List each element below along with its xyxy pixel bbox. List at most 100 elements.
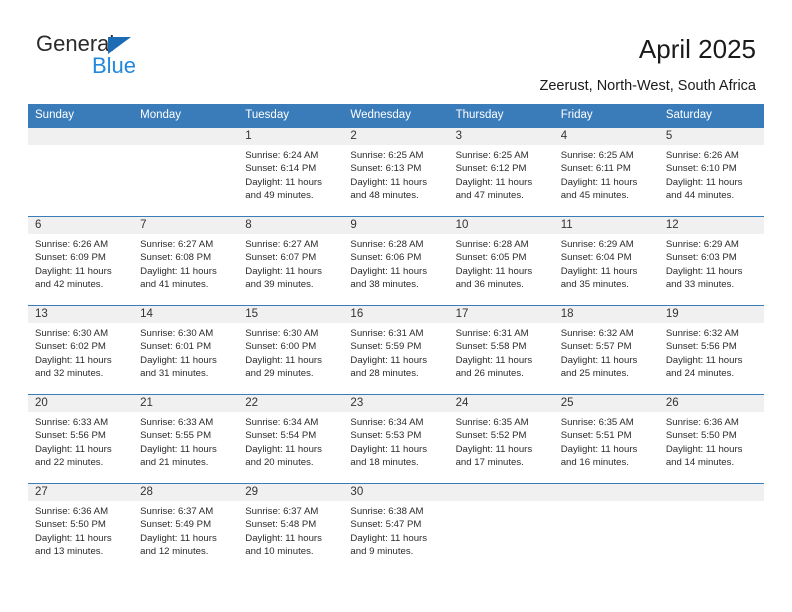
calendar-day-cell[interactable]: 21 Sunrise: 6:33 AM Sunset: 5:55 PM Dayligh… — [133, 395, 239, 483]
calendar-day-cell[interactable]: 10 Sunrise: 6:28 AM Sunset: 6:05 PM Dayligh… — [448, 217, 554, 305]
day-detail-line: Sunset: 6:05 PM — [455, 252, 527, 264]
day-number: 16 — [343, 306, 449, 323]
calendar-day-cell[interactable]: 17 Sunrise: 6:31 AM Sunset: 5:58 PM Dayligh… — [448, 306, 554, 394]
day-detail-line: Sunset: 5:58 PM — [455, 341, 527, 353]
day-detail-line: Sunset: 6:02 PM — [35, 341, 106, 353]
brand-triangle-icon — [108, 37, 131, 54]
day-detail-line: and 41 minutes. — [140, 278, 209, 290]
day-detail-line: Daylight: 11 hours — [245, 354, 322, 366]
day-detail-line: and 33 minutes. — [665, 278, 735, 290]
calendar-day-cell[interactable]: 14 Sunrise: 6:30 AM Sunset: 6:01 PM Dayligh… — [133, 306, 239, 394]
day-number: 19 — [658, 306, 764, 323]
calendar-day-cell[interactable]: 13 Sunrise: 6:30 AM Sunset: 6:02 PM Dayligh… — [28, 306, 134, 394]
day-detail-line: and 42 minutes. — [35, 278, 104, 290]
day-detail-lines: Sunrise: 6:30 AM Sunset: 6:02 PM Daylight:… — [28, 323, 133, 380]
calendar-day-cell[interactable]: 22 Sunrise: 6:34 AM Sunset: 5:54 PM Dayligh… — [238, 395, 344, 483]
calendar-day-cell[interactable]: 27 Sunrise: 6:36 AM Sunset: 5:50 PM Dayligh… — [28, 484, 134, 572]
calendar-day-cell[interactable]: 9 Sunrise: 6:28 AM Sunset: 6:06 PM Daylight… — [343, 217, 449, 305]
day-detail-line: Sunset: 5:48 PM — [245, 519, 317, 531]
page-subtitle: Zeerust, North-West, South Africa — [539, 78, 756, 94]
calendar-day-cell[interactable]: 12 Sunrise: 6:29 AM Sunset: 6:03 PM Dayligh… — [658, 217, 764, 305]
day-number: 6 — [28, 217, 134, 234]
calendar-day-cell[interactable]: 18 Sunrise: 6:32 AM Sunset: 5:57 PM Dayligh… — [553, 306, 659, 394]
day-detail-line: Daylight: 11 hours — [665, 176, 743, 188]
day-detail-lines: Sunrise: 6:25 AM Sunset: 6:12 PM Daylight:… — [449, 145, 554, 202]
calendar-day-cell[interactable]: 4 Sunrise: 6:25 AM Sunset: 6:11 PM Daylight… — [553, 128, 659, 216]
weekday-header-row: Sunday Monday Tuesday Wednesday Thursday Frid… — [28, 104, 764, 127]
calendar-day-cell[interactable]: 23 Sunrise: 6:34 AM Sunset: 5:53 PM Dayligh… — [343, 395, 449, 483]
day-detail-line: Sunset: 5:55 PM — [140, 430, 212, 442]
day-detail-line: Sunrise: 6:32 AM — [665, 328, 739, 339]
calendar-day-cell[interactable]: 25 Sunrise: 6:35 AM Sunset: 5:51 PM Dayligh… — [553, 395, 659, 483]
calendar-day-cell[interactable]: 3 Sunrise: 6:25 AM Sunset: 6:12 PM Daylight… — [448, 128, 554, 216]
day-number: 9 — [343, 217, 449, 234]
day-detail-lines — [449, 501, 554, 505]
calendar-day-cell[interactable]: 7 Sunrise: 6:27 AM Sunset: 6:08 PM Daylight… — [133, 217, 239, 305]
day-detail-line: and 26 minutes. — [455, 367, 524, 379]
brand-name-top: General — [36, 31, 115, 56]
day-detail-line: Sunrise: 6:29 AM — [560, 239, 634, 250]
day-detail-line: and 17 minutes. — [455, 456, 524, 468]
day-detail-line: Sunset: 6:13 PM — [350, 163, 422, 175]
calendar-day-cell[interactable]: 26 Sunrise: 6:36 AM Sunset: 5:50 PM Dayligh… — [658, 395, 764, 483]
day-number: 30 — [343, 484, 449, 501]
brand-logo[interactable]: General Blue — [36, 33, 236, 87]
calendar-day-cell[interactable]: 20 Sunrise: 6:33 AM Sunset: 5:56 PM Dayligh… — [28, 395, 134, 483]
day-detail-lines: Sunrise: 6:31 AM Sunset: 5:59 PM Daylight:… — [343, 323, 448, 380]
day-detail-lines: Sunrise: 6:26 AM Sunset: 6:09 PM Daylight:… — [28, 234, 133, 291]
calendar-day-cell[interactable]: 5 Sunrise: 6:26 AM Sunset: 6:10 PM Daylight… — [658, 128, 764, 216]
day-detail-line: Sunrise: 6:34 AM — [350, 417, 424, 428]
day-number — [553, 484, 659, 501]
day-detail-line: and 36 minutes. — [455, 278, 524, 290]
day-number — [133, 128, 239, 145]
calendar-day-cell[interactable]: 15 Sunrise: 6:30 AM Sunset: 6:00 PM Dayligh… — [238, 306, 344, 394]
day-number: 2 — [343, 128, 449, 145]
day-detail-line: Daylight: 11 hours — [455, 354, 533, 366]
calendar-week-row: 6 Sunrise: 6:26 AM Sunset: 6:09 PM Daylight… — [28, 216, 764, 305]
day-detail-line: Sunrise: 6:25 AM — [350, 150, 424, 161]
day-detail-line: Daylight: 11 hours — [455, 176, 533, 188]
day-detail-lines: Sunrise: 6:35 AM Sunset: 5:51 PM Daylight:… — [554, 412, 659, 469]
day-number: 26 — [658, 395, 764, 412]
calendar-day-cell[interactable]: 6 Sunrise: 6:26 AM Sunset: 6:09 PM Daylight… — [28, 217, 134, 305]
calendar-day-cell-empty — [658, 484, 764, 572]
day-detail-line: Sunrise: 6:29 AM — [665, 239, 739, 250]
day-detail-line: Daylight: 11 hours — [350, 354, 428, 366]
day-detail-line: Daylight: 11 hours — [140, 265, 217, 277]
calendar-day-cell[interactable]: 19 Sunrise: 6:32 AM Sunset: 5:56 PM Dayligh… — [658, 306, 764, 394]
day-detail-line: Daylight: 11 hours — [350, 176, 428, 188]
day-detail-line: Sunset: 5:59 PM — [350, 341, 422, 353]
day-detail-line: Sunrise: 6:26 AM — [665, 150, 739, 161]
day-detail-line: Daylight: 11 hours — [140, 443, 217, 455]
day-detail-lines: Sunrise: 6:27 AM Sunset: 6:07 PM Daylight:… — [238, 234, 343, 291]
weekday-header-monday: Monday — [140, 109, 182, 121]
day-detail-line: and 44 minutes. — [665, 189, 735, 201]
calendar-day-cell[interactable]: 2 Sunrise: 6:25 AM Sunset: 6:13 PM Daylight… — [343, 128, 449, 216]
calendar-day-cell[interactable]: 28 Sunrise: 6:37 AM Sunset: 5:49 PM Dayligh… — [133, 484, 239, 572]
day-detail-line: Daylight: 11 hours — [665, 354, 743, 366]
weekday-header-wednesday: Wednesday — [350, 109, 411, 121]
day-number: 8 — [238, 217, 344, 234]
calendar-day-cell[interactable]: 29 Sunrise: 6:37 AM Sunset: 5:48 PM Dayligh… — [238, 484, 344, 572]
day-number: 21 — [133, 395, 239, 412]
day-detail-line: and 49 minutes. — [245, 189, 314, 201]
calendar-day-cell[interactable]: 24 Sunrise: 6:35 AM Sunset: 5:52 PM Dayligh… — [448, 395, 554, 483]
day-detail-line: Sunset: 5:56 PM — [665, 341, 737, 353]
calendar-day-cell[interactable]: 30 Sunrise: 6:38 AM Sunset: 5:47 PM Dayligh… — [343, 484, 449, 572]
page-title: April 2025 — [638, 34, 756, 64]
day-detail-line: Sunset: 5:47 PM — [350, 519, 422, 531]
day-detail-lines: Sunrise: 6:25 AM Sunset: 6:13 PM Daylight:… — [343, 145, 448, 202]
day-detail-line: Daylight: 11 hours — [140, 532, 217, 544]
day-number — [448, 484, 554, 501]
day-detail-lines: Sunrise: 6:26 AM Sunset: 6:10 PM Daylight:… — [659, 145, 764, 202]
calendar-day-cell[interactable]: 8 Sunrise: 6:27 AM Sunset: 6:07 PM Daylight… — [238, 217, 344, 305]
day-detail-line: and 38 minutes. — [350, 278, 419, 290]
calendar-day-cell[interactable]: 1 Sunrise: 6:24 AM Sunset: 6:14 PM Daylight… — [238, 128, 344, 216]
day-detail-lines — [659, 501, 764, 505]
calendar-day-cell[interactable]: 11 Sunrise: 6:29 AM Sunset: 6:04 PM Dayligh… — [553, 217, 659, 305]
day-number — [28, 128, 134, 145]
day-detail-line: Sunrise: 6:30 AM — [35, 328, 109, 339]
day-detail-line: Daylight: 11 hours — [560, 443, 638, 455]
day-detail-line: Sunrise: 6:30 AM — [245, 328, 319, 339]
calendar-day-cell[interactable]: 16 Sunrise: 6:31 AM Sunset: 5:59 PM Dayligh… — [343, 306, 449, 394]
